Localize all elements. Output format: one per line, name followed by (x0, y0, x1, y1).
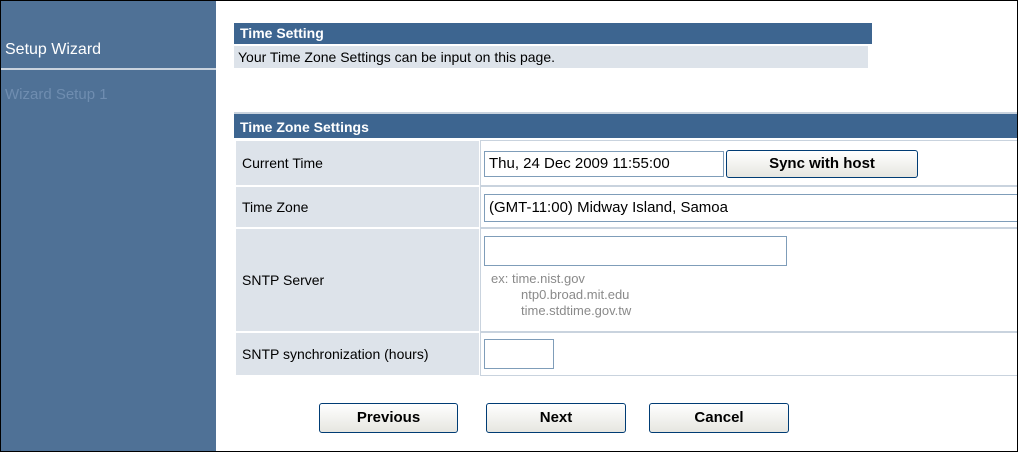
table-row-sntp-sync: SNTP synchronization (hours) (234, 332, 1017, 376)
page-description: Your Time Zone Settings can be input on … (234, 46, 868, 68)
sntp-server-cell: ex: time.nist.gov ntp0.broad.mit.edu tim… (480, 228, 1017, 332)
main-content: Time Setting Your Time Zone Settings can… (234, 1, 1017, 451)
current-time-field[interactable]: Thu, 24 Dec 2009 11:55:00 (484, 151, 724, 177)
next-button[interactable]: Next (486, 403, 626, 433)
sntp-server-input[interactable] (484, 236, 787, 266)
sntp-server-label: SNTP Server (235, 228, 480, 332)
time-zone-select[interactable]: (GMT-11:00) Midway Island, Samoa (484, 194, 1017, 222)
table-row-current-time: Current Time Thu, 24 Dec 2009 11:55:00 S… (234, 140, 1017, 186)
table-row-time-zone: Time Zone (GMT-11:00) Midway Island, Sam… (234, 186, 1017, 228)
sntp-example-1: ex: time.nist.gov (491, 271, 585, 286)
sntp-example-2: ntp0.broad.mit.edu (521, 287, 630, 302)
sntp-example-3: time.stdtime.gov.tw (521, 303, 632, 318)
sntp-sync-label: SNTP synchronization (hours) (235, 332, 480, 376)
sntp-sync-cell (480, 332, 1017, 376)
sync-with-host-button[interactable]: Sync with host (726, 150, 918, 178)
time-zone-label: Time Zone (235, 186, 480, 228)
table-row-sntp-server: SNTP Server ex: time.nist.gov ntp0.broad… (234, 228, 1017, 332)
sntp-sync-input[interactable] (484, 339, 554, 369)
current-time-cell: Thu, 24 Dec 2009 11:55:00 Sync with host (480, 140, 1017, 186)
page-title: Time Setting (234, 23, 872, 44)
cancel-button[interactable]: Cancel (649, 403, 789, 433)
sidebar-item-setup-wizard[interactable]: Setup Wizard (1, 30, 216, 70)
page-description-box: Your Time Zone Settings can be input on … (234, 44, 872, 77)
page-frame: Setup Wizard Wizard Setup 1 Time Setting… (0, 0, 1018, 452)
current-time-label: Current Time (235, 140, 480, 186)
section-title: Time Zone Settings (234, 112, 1017, 138)
previous-button[interactable]: Previous (319, 403, 458, 433)
sidebar: Setup Wizard Wizard Setup 1 (1, 1, 216, 451)
time-zone-cell: (GMT-11:00) Midway Island, Samoa (480, 186, 1017, 228)
sidebar-item-wizard-setup-1[interactable]: Wizard Setup 1 (1, 83, 216, 107)
